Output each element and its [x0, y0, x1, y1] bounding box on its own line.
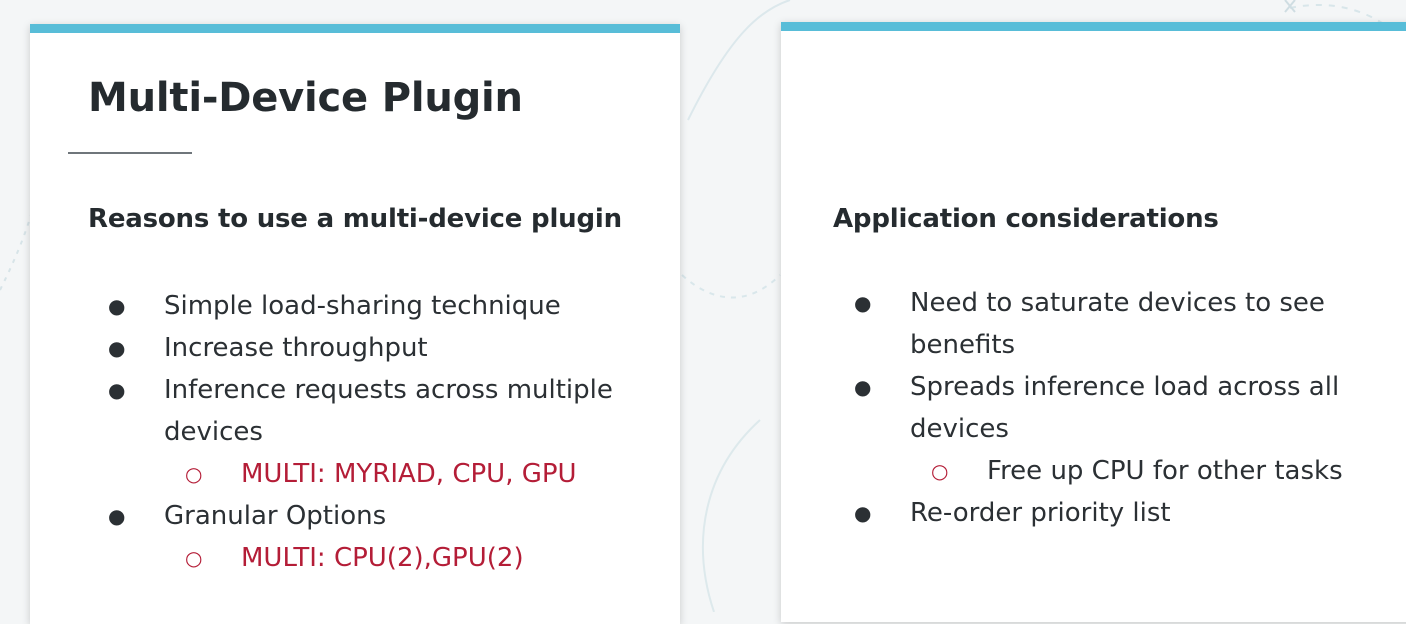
right-bullet-item-1-label: Need to saturate devices to see benefits: [910, 288, 1325, 360]
left-bullet-list: Simple load-sharing technique Increase t…: [108, 285, 634, 579]
left-bullet-item-1-label: Simple load-sharing technique: [164, 291, 561, 321]
right-bullet-list: Need to saturate devices to see benefits…: [854, 282, 1380, 534]
left-bullet-item-1: Simple load-sharing technique: [108, 285, 634, 327]
left-bullet-item-2: Increase throughput: [108, 327, 634, 369]
left-sub-item-2: MULTI: CPU(2),GPU(2): [185, 537, 634, 579]
right-bullet-item-3-label: Re-order priority list: [910, 498, 1171, 528]
right-sub-list: Free up CPU for other tasks: [910, 450, 1380, 492]
right-bullet-item-3: Re-order priority list: [854, 492, 1380, 534]
slide-title: Multi-Device Plugin: [88, 75, 523, 121]
left-sub-list-1: MULTI: MYRIAD, CPU, GPU: [164, 453, 634, 495]
right-bullet-item-1: Need to saturate devices to see benefits: [854, 282, 1380, 366]
left-sub-list-2: MULTI: CPU(2),GPU(2): [164, 537, 634, 579]
right-sub-item-1-label: Free up CPU for other tasks: [987, 456, 1343, 486]
right-bullet-item-2-label: Spreads inference load across all device…: [910, 372, 1340, 444]
left-section-heading: Reasons to use a multi-device plugin: [88, 204, 622, 234]
left-bullet-item-4-label: Granular Options: [164, 501, 387, 531]
left-sub-item-1: MULTI: MYRIAD, CPU, GPU: [185, 453, 634, 495]
title-divider: [68, 152, 192, 154]
left-sub-item-1-label: MULTI: MYRIAD, CPU, GPU: [241, 459, 577, 489]
right-bullet-item-2: Spreads inference load across all device…: [854, 366, 1380, 492]
right-section-heading: Application considerations: [833, 204, 1219, 234]
left-sub-item-2-label: MULTI: CPU(2),GPU(2): [241, 543, 524, 573]
left-bullet-item-4: Granular Options MULTI: CPU(2),GPU(2): [108, 495, 634, 579]
right-sub-item-1: Free up CPU for other tasks: [931, 450, 1380, 492]
left-bullet-item-3-label: Inference requests across multiple devic…: [164, 375, 613, 447]
left-bullet-item-2-label: Increase throughput: [164, 333, 428, 363]
left-bullet-item-3: Inference requests across multiple devic…: [108, 369, 634, 495]
